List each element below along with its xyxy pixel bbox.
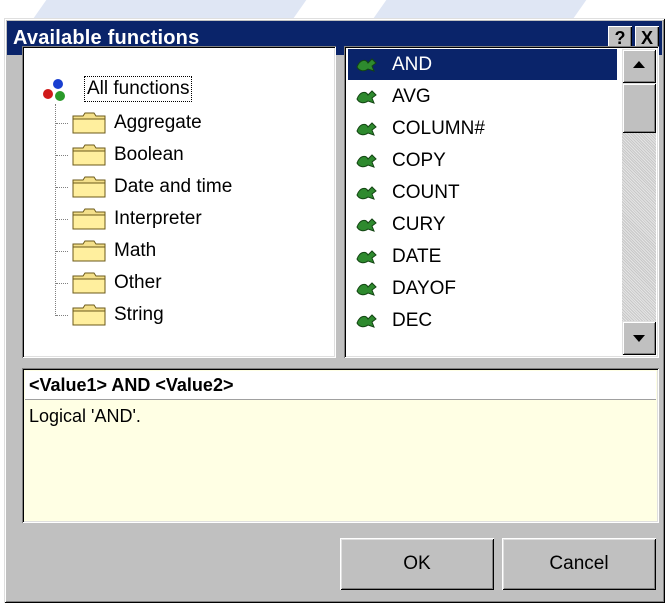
arrow-up-icon xyxy=(633,61,645,68)
function-label: DEC xyxy=(392,310,433,331)
function-icon xyxy=(356,122,377,136)
background-stripe xyxy=(33,0,307,18)
function-list-item[interactable]: COPY xyxy=(348,145,617,176)
signature-header: <Value1> AND <Value2> xyxy=(25,371,656,400)
tree-item-label: String xyxy=(114,304,164,325)
tree-connector-line xyxy=(56,123,68,124)
tree-item-label: Boolean xyxy=(114,144,184,165)
tree-connector-line xyxy=(56,155,68,156)
category-tree[interactable]: All functions Aggregate Boolean Date and t… xyxy=(22,46,336,358)
folder-icon xyxy=(72,272,106,294)
function-description-panel: <Value1> AND <Value2> Logical 'AND'. xyxy=(22,368,659,523)
tree-connector-line xyxy=(56,315,68,316)
folder-icon xyxy=(72,112,106,134)
function-label: COLUMN# xyxy=(392,118,485,139)
scroll-up-button[interactable] xyxy=(622,49,656,83)
function-list-item[interactable]: DEC xyxy=(348,305,617,336)
function-label: COPY xyxy=(392,150,446,171)
function-icon xyxy=(356,58,377,72)
function-list-item[interactable]: COLUMN# xyxy=(348,113,617,144)
scroll-thumb[interactable] xyxy=(622,83,656,133)
folder-icon xyxy=(72,208,106,230)
tree-item-label: All functions xyxy=(84,76,193,102)
function-label: AND xyxy=(392,54,433,75)
folder-icon xyxy=(72,240,106,262)
function-list-scrollbar[interactable] xyxy=(622,49,656,355)
tree-item-label: Date and time xyxy=(114,176,233,197)
function-label: DAYOF xyxy=(392,278,457,299)
arrow-down-icon xyxy=(633,335,645,342)
function-label: COUNT xyxy=(392,182,460,203)
function-list-item[interactable]: AVG xyxy=(348,81,617,112)
cancel-button[interactable]: Cancel xyxy=(502,538,656,590)
tree-item-label: Interpreter xyxy=(114,208,202,229)
tree-connector-line xyxy=(55,104,56,316)
function-description-text: Logical 'AND'. xyxy=(29,406,141,426)
function-signature: <Value1> AND <Value2> xyxy=(29,375,234,395)
scroll-down-button[interactable] xyxy=(622,321,656,355)
tree-item-label: Math xyxy=(114,240,157,261)
function-icon xyxy=(356,186,377,200)
function-label: CURY xyxy=(392,214,446,235)
function-list-item[interactable]: AND xyxy=(348,49,617,80)
tree-connector-line xyxy=(56,187,68,188)
background-stripe xyxy=(373,0,587,18)
function-label: DATE xyxy=(392,246,442,267)
tree-item-label: Aggregate xyxy=(114,112,202,133)
function-list-item[interactable]: DATE xyxy=(348,241,617,272)
function-list[interactable]: AND AVG COLUMN# COPY COUNT CURY DATE DAYOF DEC xyxy=(344,46,659,358)
function-icon xyxy=(356,154,377,168)
function-icon xyxy=(356,282,377,296)
folder-icon xyxy=(72,304,106,326)
ok-button[interactable]: OK xyxy=(340,538,494,590)
function-label: AVG xyxy=(392,86,431,107)
function-icon xyxy=(356,90,377,104)
function-list-item[interactable]: COUNT xyxy=(348,177,617,208)
tree-connector-line xyxy=(56,251,68,252)
tree-connector-line xyxy=(56,219,68,220)
function-icon xyxy=(356,218,377,232)
function-icon xyxy=(356,314,377,328)
function-icon xyxy=(356,250,377,264)
tree-item-label: Other xyxy=(114,272,162,293)
folder-icon xyxy=(72,144,106,166)
tree-connector-line xyxy=(56,283,68,284)
function-list-item[interactable]: CURY xyxy=(348,209,617,240)
all-functions-icon xyxy=(43,79,65,101)
function-list-item[interactable]: DAYOF xyxy=(348,273,617,304)
folder-icon xyxy=(72,176,106,198)
